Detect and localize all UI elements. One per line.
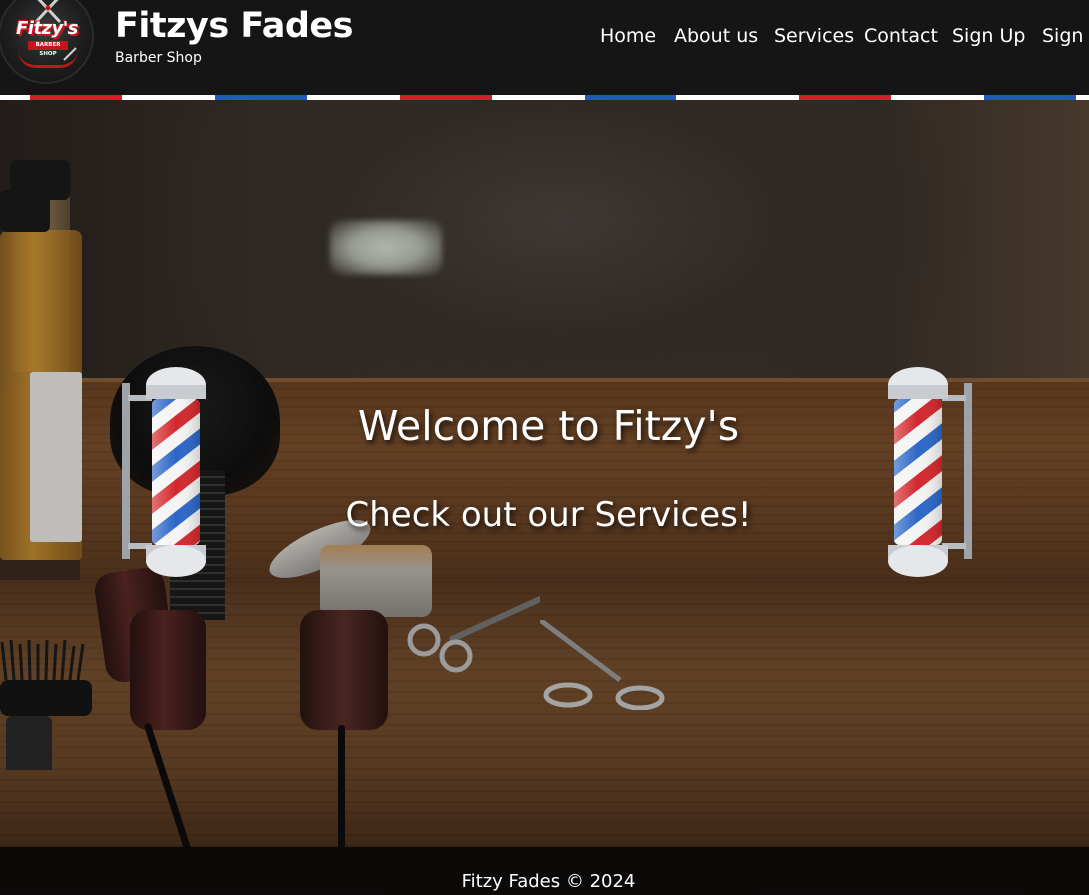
site-footer: Fitzy Fades © 2024 <box>0 847 1089 895</box>
nav-contact[interactable]: Contact <box>864 22 938 50</box>
nav-about[interactable]: About us <box>674 22 758 50</box>
barber-pole-icon <box>888 367 972 577</box>
footer-copyright: Fitzy Fades © 2024 <box>461 871 636 892</box>
nav-signin[interactable]: Sign In <box>1042 22 1089 50</box>
main-nav: Home About us Services Contact Sign Up S… <box>0 22 1089 52</box>
nav-home[interactable]: Home <box>600 22 656 50</box>
hero-title: Welcome to Fitzy's <box>357 402 740 450</box>
hero-subtitle[interactable]: Check out our Services! <box>0 495 1089 535</box>
barber-pole-icon <box>122 367 206 577</box>
nav-services[interactable]: Services <box>774 22 854 50</box>
nav-signup[interactable]: Sign Up <box>952 22 1025 50</box>
site-subtitle: Barber Shop <box>115 50 202 66</box>
site-header: Fitzy's BARBER SHOP Fitzys Fades Barber … <box>0 0 1089 95</box>
hero-section: Welcome to Fitzy's Check out our Service… <box>0 100 1089 847</box>
